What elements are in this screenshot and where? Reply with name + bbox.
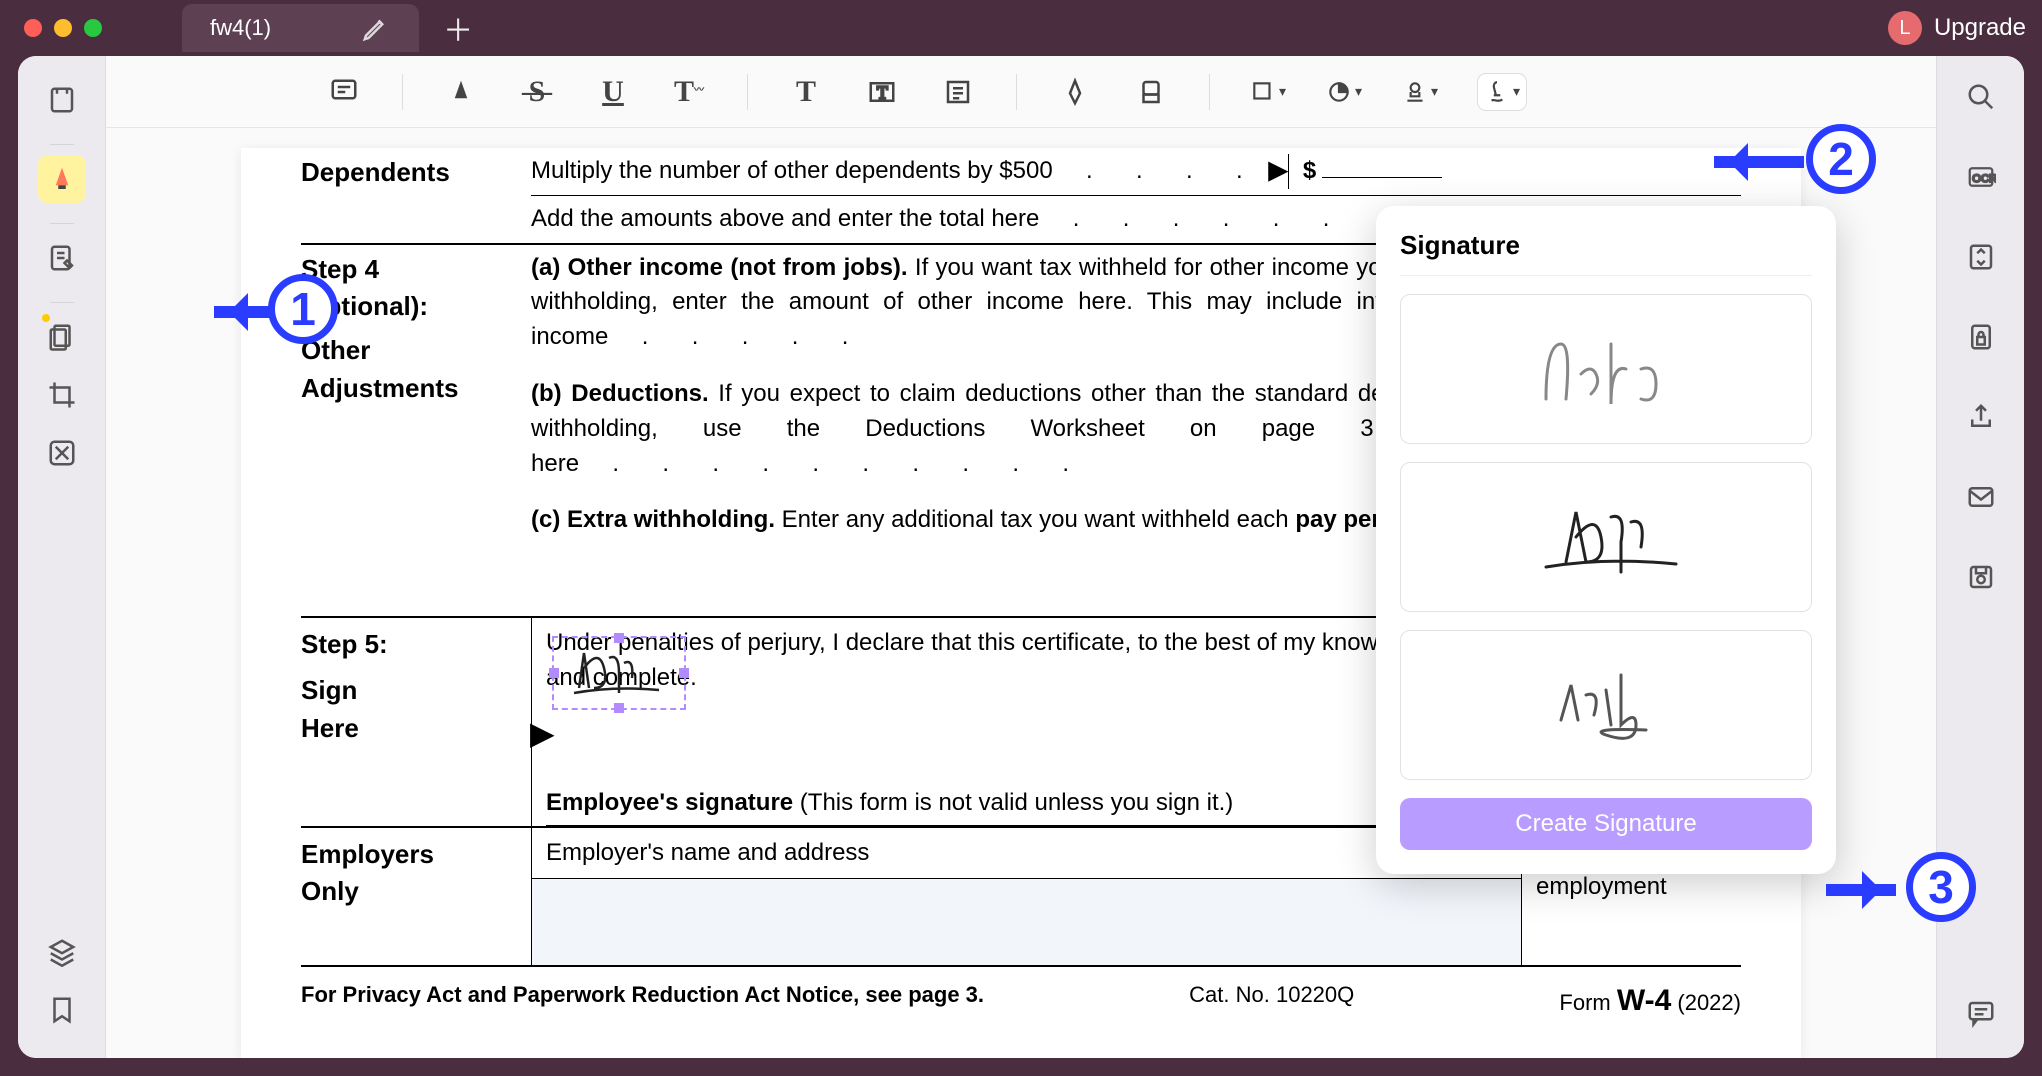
highlighter-tool-icon[interactable] (443, 74, 479, 110)
user-avatar[interactable]: L (1888, 11, 1922, 45)
section-label-step4: Step 4 (optional): Other Adjustments (301, 245, 531, 567)
convert-icon[interactable] (1960, 236, 2002, 278)
new-tab-button[interactable]: ＋ (443, 6, 473, 50)
bookmark-icon[interactable] (38, 986, 86, 1034)
ocr-icon[interactable]: OCR (1960, 156, 2002, 198)
color-tool-icon[interactable]: ▾ (1326, 74, 1362, 110)
section-label-step5: Step 5: Sign Here (301, 618, 531, 825)
thumbnails-icon[interactable] (38, 76, 86, 124)
app-frame: S— U T〰 T T ▾ ▾ ▾ ▾ Dependents (18, 56, 2024, 1058)
stamp-tool-icon[interactable]: ▾ (1402, 74, 1438, 110)
form-tool-icon[interactable] (940, 74, 976, 110)
signature-tool-icon[interactable]: ▾ (1478, 74, 1526, 110)
search-icon[interactable] (1960, 76, 2002, 118)
textbox-tool-icon[interactable]: T (864, 74, 900, 110)
signature-popover: Signature Create Signature (1376, 206, 1836, 874)
amount-field[interactable] (1322, 156, 1442, 178)
employer-name-address-cell[interactable]: Employer's name and address (531, 828, 1521, 966)
footer-catno: Cat. No. 10220Q (1189, 979, 1354, 1023)
rename-tab-icon[interactable] (361, 13, 391, 43)
underline-tool-icon[interactable]: U (595, 74, 631, 110)
signature-caption-rest: (This form is not valid unless you sign … (793, 789, 1233, 816)
comments-icon[interactable] (1960, 992, 2002, 1034)
signature-option-1[interactable] (1400, 294, 1812, 444)
maximize-window-button[interactable] (84, 19, 102, 37)
svg-text:T: T (877, 82, 888, 102)
section-label-dependents: Dependents (301, 148, 531, 243)
annotation-arrow (1826, 884, 1896, 896)
line-multiply-dependents: Multiply the number of other dependents … (531, 154, 1053, 189)
pen-tool-icon[interactable] (1057, 74, 1093, 110)
save-icon[interactable] (1960, 556, 2002, 598)
mail-icon[interactable] (1960, 476, 2002, 518)
note-tool-icon[interactable] (326, 74, 362, 110)
layers-icon[interactable] (38, 928, 86, 976)
close-window-button[interactable] (24, 19, 42, 37)
dollar-sign: $ (1288, 154, 1316, 189)
left-sidebar (18, 56, 106, 1058)
text-tool-icon[interactable]: T (788, 74, 824, 110)
annotate-tool-icon[interactable] (38, 155, 86, 203)
annotation-callout-2: 2 (1806, 124, 1876, 194)
eraser-tool-icon[interactable] (1133, 74, 1169, 110)
share-icon[interactable] (1960, 396, 2002, 438)
document-area: S— U T〰 T T ▾ ▾ ▾ ▾ Dependents (106, 56, 1936, 1058)
redact-icon[interactable] (38, 429, 86, 477)
edit-text-icon[interactable] (38, 234, 86, 282)
arrow-right-icon: ▶ (530, 710, 555, 756)
signature-option-2[interactable] (1400, 462, 1812, 612)
minimize-window-button[interactable] (54, 19, 72, 37)
footer-formid: Form W-4 (2022) (1559, 979, 1741, 1023)
leader-dots: . . . . (1053, 154, 1270, 189)
signature-caption-bold: Employee's signature (546, 789, 793, 816)
shape-tool-icon[interactable]: ▾ (1250, 74, 1286, 110)
create-signature-button[interactable]: Create Signature (1400, 798, 1812, 850)
signature-popover-title: Signature (1400, 230, 1812, 261)
lock-file-icon[interactable] (1960, 316, 2002, 358)
leader-dots: . . . . . . (1039, 202, 1339, 237)
section-label-employers: Employers Only (301, 828, 531, 966)
window-controls (24, 19, 102, 37)
svg-text:OCR: OCR (1972, 173, 1996, 185)
form-footer: For Privacy Act and Paperwork Reduction … (301, 979, 1741, 1023)
squiggly-tool-icon[interactable]: T〰 (671, 74, 707, 110)
placed-signature[interactable] (552, 636, 686, 710)
annotation-toolbar: S— U T〰 T T ▾ ▾ ▾ ▾ (106, 56, 1936, 128)
tab-title: fw4(1) (210, 15, 271, 41)
signature-option-3[interactable] (1400, 630, 1812, 780)
annotation-callout-1: 1 (268, 274, 338, 344)
upgrade-button[interactable]: Upgrade (1934, 14, 2026, 42)
document-tab[interactable]: fw4(1) (182, 4, 419, 52)
footer-privacy: For Privacy Act and Paperwork Reduction … (301, 979, 984, 1023)
annotation-arrow (1714, 156, 1804, 168)
crop-icon[interactable] (38, 371, 86, 419)
window-titlebar: fw4(1) ＋ L Upgrade (0, 0, 2042, 56)
line-add-total: Add the amounts above and enter the tota… (531, 202, 1039, 237)
annotation-callout-3: 3 (1906, 852, 1976, 922)
annotation-arrow (214, 306, 274, 318)
strikethrough-tool-icon[interactable]: S— (519, 74, 555, 110)
active-tool-indicator (42, 314, 50, 322)
arrow-right-icon: ▶ (1268, 152, 1288, 190)
